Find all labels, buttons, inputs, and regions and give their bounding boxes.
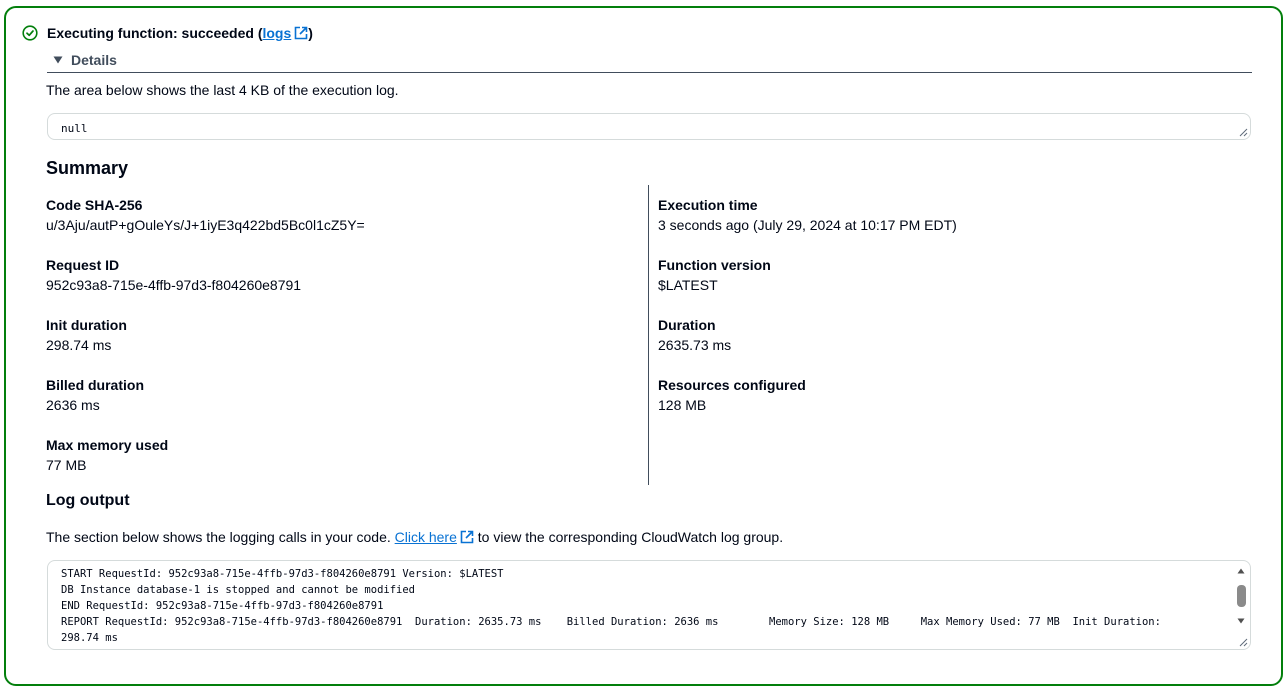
cloudwatch-link-label: Click here: [394, 529, 457, 545]
resize-grip-icon[interactable]: [1239, 128, 1248, 137]
external-link-icon: [294, 26, 308, 40]
log-output-title: Log output: [46, 492, 130, 509]
summary-item-resources: Resources configured 128 MB: [658, 375, 806, 415]
summary-item-execution-time: Execution time 3 seconds ago (July 29, 2…: [658, 195, 957, 235]
success-check-icon: [22, 25, 38, 41]
summary-label: Max memory used: [46, 437, 169, 453]
logs-link-label: logs: [262, 25, 292, 41]
execution-log-description: The area below shows the last 4 KB of th…: [46, 82, 399, 98]
summary-label: Duration: [658, 317, 716, 333]
summary-value: 298.74 ms: [46, 337, 112, 353]
summary-label: Resources configured: [658, 377, 806, 393]
scrollbar-thumb[interactable]: [1237, 585, 1246, 607]
summary-label: Request ID: [46, 257, 120, 273]
execution-status-header: Executing function: succeeded (logs): [22, 23, 313, 43]
summary-label: Init duration: [46, 317, 127, 333]
log-scrollbar[interactable]: [1234, 561, 1250, 649]
summary-value: u/3Aju/autP+gOuleYs/J+1iyE3q422bd5Bc0l1c…: [46, 217, 365, 233]
close-paren: ): [308, 25, 313, 41]
caret-down-icon: [53, 56, 63, 64]
log-line: START RequestId: 952c93a8-715e-4ffb-97d3…: [61, 568, 504, 580]
summary-label: Billed duration: [46, 377, 144, 393]
log-desc-before: The section below shows the logging call…: [46, 529, 395, 545]
summary-label: Function version: [658, 257, 771, 273]
scroll-up-arrow-icon[interactable]: [1237, 568, 1245, 574]
summary-value: $LATEST: [658, 277, 718, 293]
execution-result-panel: Executing function: succeeded (logs) Det…: [4, 6, 1283, 686]
status-title: Executing function: succeeded (logs): [47, 25, 313, 41]
external-link-icon: [460, 530, 474, 544]
details-label: Details: [71, 52, 117, 68]
summary-value: 77 MB: [46, 457, 87, 473]
logs-link[interactable]: logs: [262, 25, 308, 41]
summary-label: Execution time: [658, 197, 758, 213]
scroll-down-arrow-icon[interactable]: [1237, 618, 1245, 624]
log-output-content: START RequestId: 952c93a8-715e-4ffb-97d3…: [48, 561, 1228, 649]
summary-item-duration: Duration 2635.73 ms: [658, 315, 731, 355]
log-output-textarea[interactable]: START RequestId: 952c93a8-715e-4ffb-97d3…: [47, 560, 1251, 650]
summary-item-function-version: Function version $LATEST: [658, 255, 771, 295]
summary-item-max-memory: Max memory used 77 MB: [46, 435, 168, 475]
log-line: DB Instance database-1 is stopped and ca…: [61, 584, 416, 596]
log-line: 298.74 ms: [61, 632, 118, 644]
summary-title: Summary: [46, 158, 129, 178]
cloudwatch-link[interactable]: Click here: [395, 529, 474, 545]
summary-value: 2636 ms: [46, 397, 100, 413]
summary-item-init-duration: Init duration 298.74 ms: [46, 315, 127, 355]
log-desc-after: to view the corresponding CloudWatch log…: [473, 529, 784, 545]
summary-value: 2635.73 ms: [658, 337, 732, 353]
details-expander[interactable]: Details: [47, 48, 1252, 73]
log-output-description: The section below shows the logging call…: [46, 529, 783, 545]
log-line: END RequestId: 952c93a8-715e-4ffb-97d3-f…: [61, 600, 384, 612]
summary-value: 128 MB: [658, 397, 707, 413]
summary-item-code-sha: Code SHA-256 u/3Aju/autP+gOuleYs/J+1iyE3…: [46, 195, 365, 235]
summary-value: 3 seconds ago (July 29, 2024 at 10:17 PM…: [658, 217, 957, 233]
summary-column-divider: [648, 185, 649, 485]
log-line: REPORT RequestId: 952c93a8-715e-4ffb-97d…: [61, 616, 1161, 628]
status-text: Executing function: succeeded (: [47, 25, 263, 41]
summary-item-billed-duration: Billed duration 2636 ms: [46, 375, 144, 415]
summary-item-request-id: Request ID 952c93a8-715e-4ffb-97d3-f8042…: [46, 255, 301, 295]
resize-grip-icon[interactable]: [1239, 638, 1248, 647]
summary-value: 952c93a8-715e-4ffb-97d3-f804260e8791: [46, 277, 302, 293]
execution-log-textarea[interactable]: null: [47, 113, 1251, 140]
summary-label: Code SHA-256: [46, 197, 143, 213]
execution-log-value: null: [61, 122, 88, 135]
